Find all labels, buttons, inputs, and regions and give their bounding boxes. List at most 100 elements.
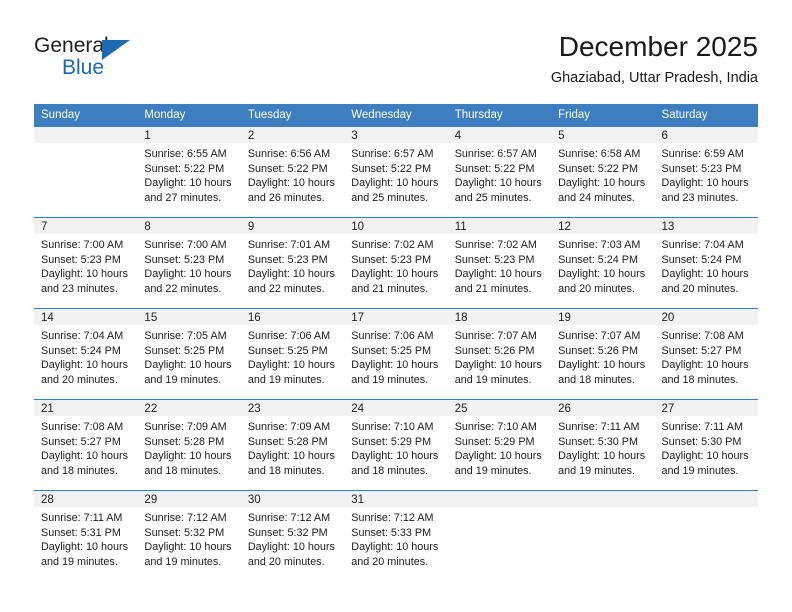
- calendar-day-empty: [34, 127, 138, 217]
- daylight-text: Daylight: 10 hours and 18 minutes.: [144, 450, 232, 477]
- weekday-header-sunday: Sunday: [34, 104, 138, 127]
- calendar-day[interactable]: 21 Sunrise: 7:08 AM Sunset: 5:27 PM Dayligh…: [34, 400, 138, 490]
- calendar-day[interactable]: 14 Sunrise: 7:04 AM Sunset: 5:24 PM Dayligh…: [34, 309, 138, 399]
- calendar-cell: 1 Sunrise: 6:55 AM Sunset: 5:22 PM Daylight…: [137, 127, 241, 218]
- sunset-text: Sunset: 5:33 PM: [351, 526, 432, 539]
- day-details: Sunrise: 7:00 AM Sunset: 5:23 PM Daylight:…: [34, 234, 137, 296]
- day-details: Sunrise: 7:08 AM Sunset: 5:27 PM Daylight:…: [655, 325, 758, 387]
- calendar-day[interactable]: 1 Sunrise: 6:55 AM Sunset: 5:22 PM Daylight…: [137, 127, 241, 217]
- sunrise-text: Sunrise: 7:06 AM: [351, 330, 434, 342]
- day-number: 21: [34, 400, 138, 416]
- daylight-text: Daylight: 10 hours and 19 minutes.: [558, 450, 646, 477]
- daylight-text: Daylight: 10 hours and 20 minutes.: [558, 268, 646, 295]
- sunset-text: Sunset: 5:24 PM: [41, 344, 121, 357]
- sunrise-text: Sunrise: 7:03 AM: [558, 239, 641, 251]
- calendar-day[interactable]: 19 Sunrise: 7:07 AM Sunset: 5:26 PM Dayligh…: [551, 309, 655, 399]
- calendar-day[interactable]: 15 Sunrise: 7:05 AM Sunset: 5:25 PM Dayligh…: [137, 309, 241, 399]
- sunrise-text: Sunrise: 7:04 AM: [41, 330, 124, 342]
- calendar-day[interactable]: 10 Sunrise: 7:02 AM Sunset: 5:23 PM Dayligh…: [344, 218, 448, 308]
- day-details: Sunrise: 7:04 AM Sunset: 5:24 PM Daylight:…: [34, 325, 137, 387]
- day-details: Sunrise: 7:00 AM Sunset: 5:23 PM Daylight:…: [137, 234, 240, 296]
- day-number: 12: [551, 218, 655, 234]
- day-number: 11: [447, 218, 552, 234]
- page-title: December 2025: [558, 31, 758, 62]
- calendar-day[interactable]: 18 Sunrise: 7:07 AM Sunset: 5:26 PM Dayligh…: [447, 309, 552, 399]
- calendar-day[interactable]: 2 Sunrise: 6:56 AM Sunset: 5:22 PM Daylight…: [240, 127, 345, 217]
- daylight-text: Daylight: 10 hours and 19 minutes.: [247, 359, 335, 386]
- calendar-day[interactable]: 5 Sunrise: 6:58 AM Sunset: 5:22 PM Daylight…: [551, 127, 655, 217]
- sunset-text: Sunset: 5:22 PM: [454, 162, 535, 175]
- calendar-cell: 24 Sunrise: 7:10 AM Sunset: 5:29 PM Dayligh…: [344, 399, 448, 491]
- daylight-text: Daylight: 10 hours and 18 minutes.: [247, 450, 335, 477]
- day-number: 14: [34, 309, 138, 325]
- daylight-text: Daylight: 10 hours and 19 minutes.: [41, 541, 129, 568]
- weekday-header-thursday: Thursday: [447, 104, 552, 127]
- sunset-text: Sunset: 5:28 PM: [144, 435, 225, 448]
- calendar-day[interactable]: 24 Sunrise: 7:10 AM Sunset: 5:29 PM Dayligh…: [344, 400, 448, 490]
- calendar-day[interactable]: 23 Sunrise: 7:09 AM Sunset: 5:28 PM Dayligh…: [240, 400, 345, 490]
- logo-text-blue: Blue: [62, 56, 105, 79]
- day-details: Sunrise: 6:58 AM Sunset: 5:22 PM Daylight:…: [551, 143, 654, 205]
- day-number: [551, 491, 655, 507]
- calendar-day[interactable]: 9 Sunrise: 7:01 AM Sunset: 5:23 PM Daylight…: [240, 218, 345, 308]
- sunrise-text: Sunrise: 7:08 AM: [41, 421, 124, 433]
- day-number: 27: [654, 400, 758, 416]
- calendar-day-empty: [447, 491, 552, 581]
- sunrise-text: Sunrise: 7:02 AM: [454, 239, 537, 251]
- calendar-day[interactable]: 31 Sunrise: 7:12 AM Sunset: 5:33 PM Dayligh…: [344, 491, 448, 581]
- calendar-day[interactable]: 11 Sunrise: 7:02 AM Sunset: 5:23 PM Dayligh…: [447, 218, 552, 308]
- day-number: 22: [137, 400, 241, 416]
- daylight-text: Daylight: 10 hours and 19 minutes.: [454, 450, 542, 477]
- calendar-cell: 4 Sunrise: 6:57 AM Sunset: 5:22 PM Daylight…: [447, 127, 552, 218]
- day-number: 28: [34, 491, 138, 507]
- logo-text-general: General: [34, 34, 109, 57]
- calendar-cell: 23 Sunrise: 7:09 AM Sunset: 5:28 PM Dayligh…: [240, 399, 345, 491]
- sunset-text: Sunset: 5:24 PM: [558, 253, 638, 266]
- daylight-text: Daylight: 10 hours and 19 minutes.: [454, 359, 542, 386]
- daylight-text: Daylight: 10 hours and 24 minutes.: [558, 177, 646, 204]
- calendar-table: Sunday Monday Tuesday Wednesday Thursday…: [34, 104, 758, 581]
- weekday-header-wednesday: Wednesday: [344, 104, 448, 127]
- daylight-text: Daylight: 10 hours and 26 minutes.: [247, 177, 335, 204]
- calendar-cell: 13 Sunrise: 7:04 AM Sunset: 5:24 PM Dayligh…: [654, 217, 758, 309]
- sunset-text: Sunset: 5:29 PM: [351, 435, 432, 448]
- sunrise-text: Sunrise: 6:58 AM: [558, 148, 641, 160]
- sunrise-text: Sunrise: 7:10 AM: [351, 421, 434, 433]
- sunrise-text: Sunrise: 7:06 AM: [247, 330, 331, 342]
- calendar-day[interactable]: 29 Sunrise: 7:12 AM Sunset: 5:32 PM Dayligh…: [137, 491, 241, 581]
- general-blue-logo[interactable]: General Blue: [34, 34, 164, 88]
- calendar-week-row: 28 Sunrise: 7:11 AM Sunset: 5:31 PM Dayligh…: [34, 490, 758, 581]
- day-details: Sunrise: 7:12 AM Sunset: 5:33 PM Daylight:…: [344, 507, 447, 569]
- sunrise-text: Sunrise: 7:07 AM: [558, 330, 641, 342]
- calendar-cell: 3 Sunrise: 6:57 AM Sunset: 5:22 PM Daylight…: [344, 127, 448, 218]
- calendar-day[interactable]: 17 Sunrise: 7:06 AM Sunset: 5:25 PM Dayligh…: [344, 309, 448, 399]
- calendar-day[interactable]: 3 Sunrise: 6:57 AM Sunset: 5:22 PM Daylight…: [344, 127, 448, 217]
- calendar-day[interactable]: 22 Sunrise: 7:09 AM Sunset: 5:28 PM Dayligh…: [137, 400, 241, 490]
- sunset-text: Sunset: 5:23 PM: [144, 253, 225, 266]
- calendar-day[interactable]: 7 Sunrise: 7:00 AM Sunset: 5:23 PM Daylight…: [34, 218, 138, 308]
- calendar-day[interactable]: 16 Sunrise: 7:06 AM Sunset: 5:25 PM Dayligh…: [240, 309, 345, 399]
- day-number: 15: [137, 309, 241, 325]
- sunset-text: Sunset: 5:26 PM: [558, 344, 638, 357]
- calendar-day[interactable]: 27 Sunrise: 7:11 AM Sunset: 5:30 PM Dayligh…: [654, 400, 758, 490]
- calendar-day[interactable]: 25 Sunrise: 7:10 AM Sunset: 5:29 PM Dayligh…: [447, 400, 552, 490]
- calendar-day[interactable]: 12 Sunrise: 7:03 AM Sunset: 5:24 PM Dayligh…: [551, 218, 655, 308]
- sunset-text: Sunset: 5:24 PM: [661, 253, 742, 266]
- calendar-day[interactable]: 6 Sunrise: 6:59 AM Sunset: 5:23 PM Daylight…: [654, 127, 758, 217]
- page-header: General Blue December 2025 Ghaziabad, Ut…: [34, 30, 758, 92]
- calendar-week-row: 14 Sunrise: 7:04 AM Sunset: 5:24 PM Dayligh…: [34, 308, 758, 400]
- daylight-text: Daylight: 10 hours and 20 minutes.: [41, 359, 129, 386]
- daylight-text: Daylight: 10 hours and 18 minutes.: [558, 359, 646, 386]
- calendar-cell: 27 Sunrise: 7:11 AM Sunset: 5:30 PM Dayligh…: [654, 399, 758, 491]
- calendar-day[interactable]: 26 Sunrise: 7:11 AM Sunset: 5:30 PM Dayligh…: [551, 400, 655, 490]
- calendar-day[interactable]: 28 Sunrise: 7:11 AM Sunset: 5:31 PM Dayligh…: [34, 491, 138, 581]
- calendar-day[interactable]: 30 Sunrise: 7:12 AM Sunset: 5:32 PM Dayligh…: [240, 491, 345, 581]
- sunrise-text: Sunrise: 7:11 AM: [558, 421, 640, 433]
- calendar-day[interactable]: 8 Sunrise: 7:00 AM Sunset: 5:23 PM Daylight…: [137, 218, 241, 308]
- calendar-day[interactable]: 4 Sunrise: 6:57 AM Sunset: 5:22 PM Daylight…: [447, 127, 552, 217]
- day-number: 4: [447, 127, 552, 143]
- calendar-day[interactable]: 13 Sunrise: 7:04 AM Sunset: 5:24 PM Dayligh…: [654, 218, 758, 308]
- calendar-day-empty: [551, 491, 655, 581]
- calendar-day[interactable]: 20 Sunrise: 7:08 AM Sunset: 5:27 PM Dayligh…: [654, 309, 758, 399]
- sunset-text: Sunset: 5:23 PM: [41, 253, 121, 266]
